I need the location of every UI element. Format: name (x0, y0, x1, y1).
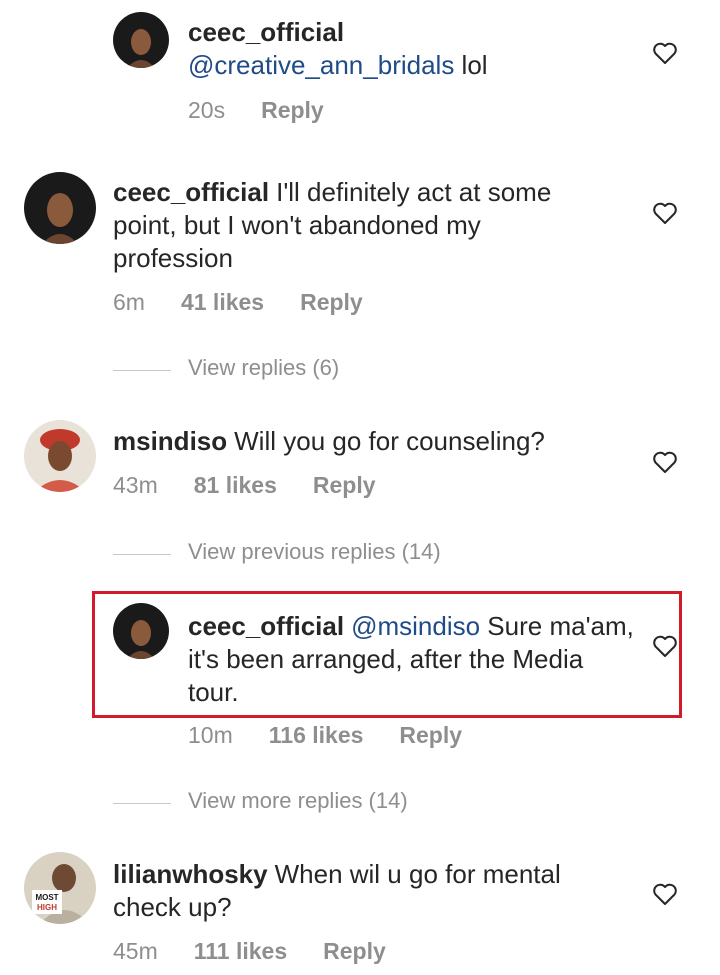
reply-button[interactable]: Reply (313, 472, 376, 499)
comment-meta: 20s Reply (188, 97, 360, 124)
heart-icon[interactable] (652, 450, 678, 474)
badge-line1: MOST (35, 893, 58, 902)
divider-line (113, 554, 171, 555)
comment-body: Will you go for counseling? (234, 426, 545, 456)
username[interactable]: ceec_official (188, 611, 344, 641)
avatar[interactable] (24, 420, 96, 492)
view-replies-text[interactable]: View replies (6) (188, 355, 339, 381)
timestamp: 6m (113, 289, 145, 315)
mention-link[interactable]: @creative_ann_bridals (188, 50, 454, 80)
timestamp: 45m (113, 938, 158, 964)
comment-meta: 43m 81 likes Reply (113, 472, 412, 499)
likes-count[interactable]: 111 likes (194, 938, 287, 965)
view-more-text[interactable]: View more replies (14) (188, 788, 408, 814)
avatar[interactable] (113, 12, 169, 68)
comment-meta: 10m 116 likes Reply (188, 722, 498, 749)
comment-meta: 6m 41 likes Reply (113, 289, 399, 316)
likes-count[interactable]: 41 likes (181, 289, 264, 316)
username[interactable]: ceec_official (113, 177, 269, 207)
heart-icon[interactable] (652, 882, 678, 906)
comment-text: msindiso Will you go for counseling? (113, 425, 593, 458)
reply-button[interactable]: Reply (323, 938, 386, 965)
likes-count[interactable]: 116 likes (269, 722, 364, 749)
badge-line2: HIGH (37, 903, 57, 912)
avatar[interactable] (24, 172, 96, 244)
view-previous-text[interactable]: View previous replies (14) (188, 539, 441, 565)
divider-line (113, 370, 171, 371)
reply-button[interactable]: Reply (300, 289, 363, 316)
comment-body: lol (454, 50, 488, 80)
comment-meta: 45m 111 likes Reply (113, 938, 422, 965)
heart-icon[interactable] (652, 41, 678, 65)
avatar[interactable] (113, 603, 169, 659)
comment-text: ceec_official I'll definitely act at some… (113, 176, 593, 275)
avatar[interactable]: MOST HIGH (24, 852, 96, 924)
username[interactable]: msindiso (113, 426, 227, 456)
heart-icon[interactable] (652, 634, 678, 658)
username[interactable]: ceec_official (188, 17, 344, 47)
likes-count[interactable]: 81 likes (194, 472, 277, 499)
timestamp: 20s (188, 97, 226, 123)
mention-link[interactable]: @msindiso (351, 611, 480, 641)
reply-button[interactable]: Reply (261, 97, 324, 124)
reply-button[interactable]: Reply (399, 722, 462, 749)
timestamp: 43m (113, 472, 158, 498)
comment-text: lilianwhosky When wil u go for mental che… (113, 858, 593, 924)
timestamp: 10m (188, 722, 233, 748)
comment-text: ceec_official @creative_ann_bridals lol (188, 16, 658, 82)
username[interactable]: lilianwhosky (113, 859, 268, 889)
divider-line (113, 803, 171, 804)
comment-text: ceec_official @msindiso Sure ma'am, it's … (188, 610, 638, 709)
heart-icon[interactable] (652, 201, 678, 225)
